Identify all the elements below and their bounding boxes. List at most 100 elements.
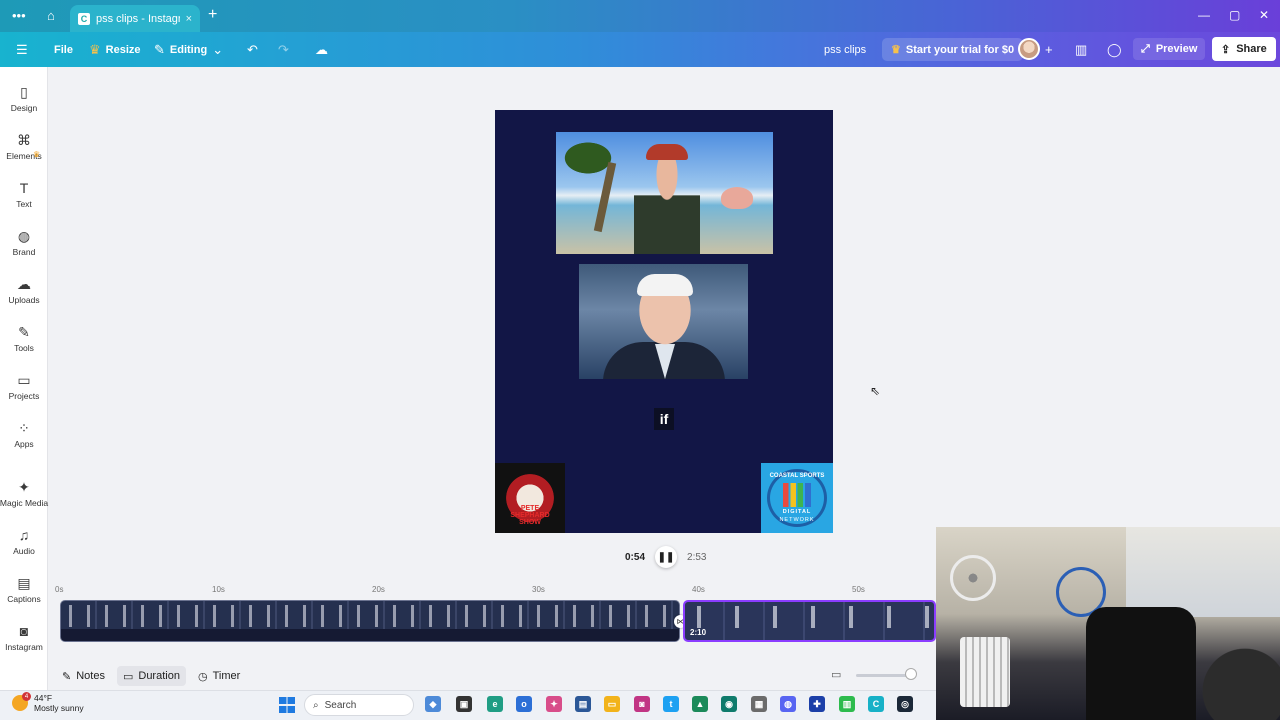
taskbar-app-green-icon[interactable]: ▲ — [692, 696, 708, 712]
weather-description: Mostly sunny — [34, 703, 84, 713]
host-video-clip[interactable] — [556, 132, 773, 254]
redo-button[interactable]: ↷ — [278, 32, 289, 67]
taskbar-app-teal-icon[interactable]: ◉ — [721, 696, 737, 712]
start-trial-button[interactable]: ♛ Start your trial for $0 — [882, 38, 1024, 61]
taskbar-app-twitter-icon[interactable]: t — [663, 696, 679, 712]
notes-button[interactable]: ✎ Notes — [56, 666, 111, 686]
close-window-button[interactable]: ✕ — [1259, 8, 1269, 22]
taskbar-app-outlook-icon[interactable]: o — [516, 696, 532, 712]
undo-button[interactable]: ↶ — [247, 32, 258, 67]
shell-image — [721, 187, 753, 209]
sidebar-item-uploads[interactable]: ☁ Uploads — [0, 267, 48, 313]
taskbar-app-blue-icon[interactable]: ✚ — [809, 696, 825, 712]
editing-mode-button[interactable]: ✎ Editing ⌄ — [154, 32, 223, 67]
taskbar-app-discord-icon[interactable]: ◍ — [780, 696, 796, 712]
logo-right-title: COASTAL SPORTS — [769, 473, 825, 479]
editor-footer: ✎ Notes ▭ Duration ◷ Timer — [48, 662, 936, 690]
timer-button[interactable]: ◷ Timer — [192, 666, 246, 686]
taskbar-app-task-view-icon[interactable]: ▣ — [456, 696, 472, 712]
grid-view-icon[interactable]: ▭ — [831, 668, 841, 681]
add-collaborator-button[interactable]: + — [1045, 32, 1053, 67]
sidebar-item-text[interactable]: T Text — [0, 171, 48, 217]
palm-tree-image — [564, 142, 624, 182]
taskbar-app-instagram-icon[interactable]: ◙ — [634, 696, 650, 712]
weather-widget[interactable]: 4 44°F Mostly sunny — [12, 692, 84, 713]
captions-icon: ▤ — [17, 574, 31, 591]
sidebar-item-magic-media[interactable]: ✦ Magic Media — [0, 470, 48, 516]
browser-tab-bar: ••• ⌂ C pss clips - Instagra... × + — ▢ … — [0, 0, 1280, 32]
zoom-slider-handle[interactable] — [905, 668, 917, 680]
expand-icon: ⤢ — [1141, 42, 1150, 55]
taskbar-app-store-icon[interactable]: ▤ — [575, 696, 591, 712]
guest-photo[interactable] — [579, 264, 748, 379]
crown-icon: ♛ — [891, 44, 901, 56]
apps-icon: ⁘ — [18, 419, 30, 436]
file-menu-button[interactable]: File — [54, 32, 73, 67]
comments-button[interactable]: ◯ — [1107, 32, 1122, 67]
logo-right-subtitle: NETWORK — [779, 517, 815, 523]
music-icon: ♫ — [18, 526, 30, 543]
timeline-clip-2-selected[interactable] — [683, 600, 936, 642]
sidebar-item-apps[interactable]: ⁘ Apps — [0, 411, 48, 457]
bar-graphic — [783, 483, 811, 507]
duration-button[interactable]: ▭ Duration — [116, 666, 186, 686]
magic-media-icon: ✦ — [18, 478, 30, 495]
weather-sun-icon: 4 — [12, 692, 31, 711]
caption-text[interactable]: if — [654, 408, 674, 430]
trial-label: Start your trial for $0 — [905, 43, 1015, 56]
sidebar-item-audio[interactable]: ♫ Audio — [0, 518, 48, 564]
taskbar-app-steam-icon[interactable]: ◎ — [897, 696, 913, 712]
taskbar-app-calculator-icon[interactable]: ▦ — [751, 696, 767, 712]
taskbar-app-edge-icon[interactable]: e — [487, 696, 503, 712]
save-status-button[interactable]: ☁ — [315, 32, 328, 67]
taskbar-app-canva-icon[interactable]: C — [868, 696, 884, 712]
mouse-cursor-icon: ⇖ — [870, 384, 881, 398]
sidebar-item-design[interactable]: ▯ Design — [0, 75, 48, 121]
timer-label: Timer — [212, 670, 241, 682]
taskbar-search[interactable]: ⌕ Search — [304, 694, 414, 716]
browser-menu-icon[interactable]: ••• — [12, 8, 26, 24]
user-avatar[interactable] — [1018, 38, 1040, 60]
timeline-clip-1[interactable] — [60, 600, 680, 642]
taskbar-app-folder-icon[interactable]: ▭ — [604, 696, 620, 712]
new-tab-button[interactable]: + — [208, 6, 217, 24]
coastal-sports-logo[interactable]: COASTAL SPORTS DIGITAL NETWORK — [761, 463, 833, 533]
sidebar-item-label: Apps — [14, 438, 34, 449]
pause-icon: ❚❚ — [657, 551, 675, 563]
sidebar-item-elements[interactable]: ⌘ Elements — [0, 123, 48, 169]
sidebar-item-projects[interactable]: ▭ Projects — [0, 363, 48, 409]
taskbar-app-widgets-icon[interactable]: ◆ — [425, 696, 441, 712]
pete-shephard-show-logo[interactable]: PETE SHEPHARD SHOW — [495, 463, 565, 533]
maximize-window-button[interactable]: ▢ — [1229, 8, 1240, 22]
redo-icon: ↷ — [278, 41, 289, 57]
windows-start-icon[interactable] — [279, 697, 295, 713]
sidebar-item-label: Instagram — [5, 641, 43, 652]
home-icon[interactable]: ⌂ — [47, 8, 55, 24]
undo-icon: ↶ — [247, 41, 258, 57]
taskbar-app-spreadsheet-icon[interactable]: ▥ — [839, 696, 855, 712]
timeline-tick: 30s — [532, 585, 545, 594]
sidebar-item-label: Text — [16, 198, 32, 209]
minimize-window-button[interactable]: — — [1198, 8, 1210, 22]
timeline-tick: 50s — [852, 585, 865, 594]
sidebar-item-tools[interactable]: ✎ Tools — [0, 315, 48, 361]
share-button[interactable]: ⇪ Share — [1212, 37, 1276, 61]
tab-close-icon[interactable]: × — [186, 13, 192, 25]
resize-button[interactable]: ♛ Resize — [89, 32, 141, 67]
project-name: pss clips — [824, 43, 867, 56]
project-title[interactable]: pss clips — [824, 32, 866, 67]
insights-button[interactable]: ▥ — [1075, 32, 1087, 67]
person-arm-image — [1191, 637, 1280, 720]
pause-button[interactable]: ❚❚ — [655, 546, 678, 568]
sidebar-item-instagram[interactable]: ◙ Instagram — [0, 614, 48, 660]
sidebar-item-label: Projects — [8, 390, 40, 401]
preview-button[interactable]: ⤢ Preview — [1133, 38, 1206, 60]
sidebar-item-label: Magic Media — [0, 497, 49, 508]
sidebar-item-brand[interactable]: ◍ Brand — [0, 219, 48, 265]
sidebar-item-captions[interactable]: ▤ Captions — [0, 566, 48, 612]
taskbar-app-copilot-icon[interactable]: ✦ — [546, 696, 562, 712]
main-menu-button[interactable]: ☰ — [16, 32, 28, 67]
chevron-down-icon: ⌄ — [212, 41, 224, 57]
editor-toolbar: ☰ File ♛ Resize ✎ Editing ⌄ ↶ ↷ ☁ pss clips… — [0, 32, 1280, 67]
browser-tab-active[interactable]: C pss clips - Instagra... × — [70, 5, 200, 32]
